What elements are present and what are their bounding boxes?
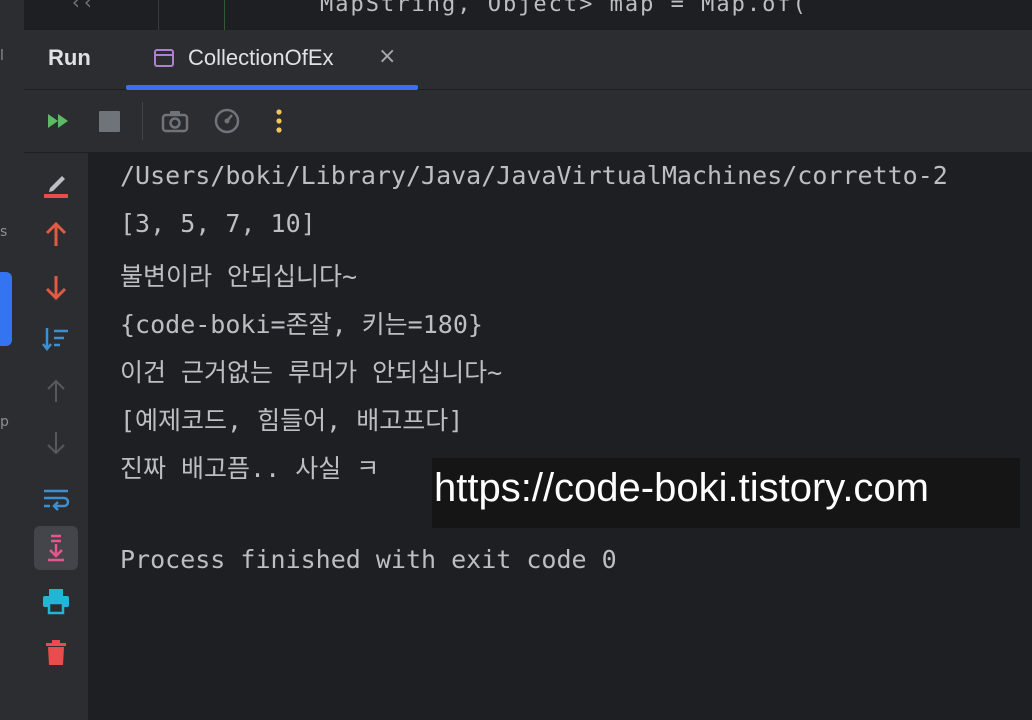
gauge-icon xyxy=(214,108,240,134)
console-line[interactable]: /Users/boki/Library/Java/JavaVirtualMach… xyxy=(120,161,948,190)
run-panel-title: Run xyxy=(48,45,91,70)
console-line: 불변이라 안되십니다~ xyxy=(120,262,358,291)
clear-edit-button[interactable] xyxy=(40,169,72,201)
rerun-icon xyxy=(48,114,68,128)
delete-button[interactable] xyxy=(40,637,72,669)
fold-marker-icon: ‹‹ xyxy=(70,0,95,14)
editor-code-line[interactable]: MapString, Object> map = Map.of( xyxy=(320,0,808,17)
strip-glyph-2: s xyxy=(0,224,8,240)
next-occurrence-button[interactable] xyxy=(40,271,72,303)
scroll-to-end-button[interactable] xyxy=(34,526,78,570)
console-line: {code-boki=존잘, 키는=180} xyxy=(120,310,483,339)
gutter-divider xyxy=(158,0,159,30)
tab-collectionofex[interactable]: CollectionOfEx × xyxy=(126,30,418,90)
more-vertical-icon xyxy=(276,109,282,133)
more-actions-button[interactable] xyxy=(264,106,294,136)
vcs-gutter-line xyxy=(224,0,225,30)
down-stack-button[interactable] xyxy=(40,427,72,459)
profiler-button[interactable] xyxy=(212,106,242,136)
active-tool-indicator[interactable] xyxy=(0,272,12,346)
sort-icon xyxy=(42,328,68,352)
console-side-actions xyxy=(24,153,88,720)
toolbar-separator xyxy=(142,102,143,140)
previous-occurrence-button[interactable] xyxy=(40,219,72,251)
blog-watermark: https://code-boki.tistory.com xyxy=(432,458,1020,528)
tab-close-icon[interactable]: × xyxy=(378,44,396,69)
up-stack-button[interactable] xyxy=(40,375,72,407)
process-exit-line: Process finished with exit code 0 xyxy=(120,545,617,574)
run-panel-header: Run CollectionOfEx × xyxy=(24,30,1032,90)
tool-window-strip: l s p xyxy=(0,0,25,720)
console-output[interactable]: /Users/boki/Library/Java/JavaVirtualMach… xyxy=(88,153,1032,720)
print-icon xyxy=(43,589,69,615)
strip-glyph-3: p xyxy=(0,414,9,430)
rerun-button[interactable] xyxy=(44,106,74,136)
stop-icon xyxy=(99,111,120,132)
trash-icon xyxy=(46,640,66,665)
dump-threads-button[interactable] xyxy=(160,106,190,136)
soft-wrap-icon xyxy=(44,489,70,511)
print-button[interactable] xyxy=(40,585,72,617)
strip-glyph-1: l xyxy=(0,48,4,64)
ide-window: l s p ‹‹ MapString, Object> map = Map.of… xyxy=(0,0,1032,720)
run-toolbar xyxy=(24,90,1032,153)
run-config-window-icon xyxy=(154,49,174,67)
tab-label: CollectionOfEx xyxy=(188,45,334,70)
console-line: [3, 5, 7, 10] xyxy=(120,209,316,238)
arrow-down-disabled-icon xyxy=(47,432,65,455)
camera-icon xyxy=(161,111,189,133)
stop-button[interactable] xyxy=(95,106,125,136)
soft-wrap-button[interactable] xyxy=(40,481,72,513)
console-line: 이건 근거없는 루머가 안되십니다~ xyxy=(120,358,503,387)
arrow-up-icon xyxy=(45,221,67,246)
arrow-down-icon xyxy=(45,276,67,301)
console-line: [예제코드, 힘들어, 배고프다] xyxy=(120,406,464,435)
sort-button[interactable] xyxy=(40,323,72,355)
editor-remnant: ‹‹ MapString, Object> map = Map.of( xyxy=(24,0,1032,30)
scroll-to-end-icon xyxy=(48,534,64,562)
arrow-up-disabled-icon xyxy=(47,379,65,402)
console-line: 진짜 배고픔.. 사실 ㅋ xyxy=(120,454,380,483)
clear-edit-icon xyxy=(44,176,68,198)
